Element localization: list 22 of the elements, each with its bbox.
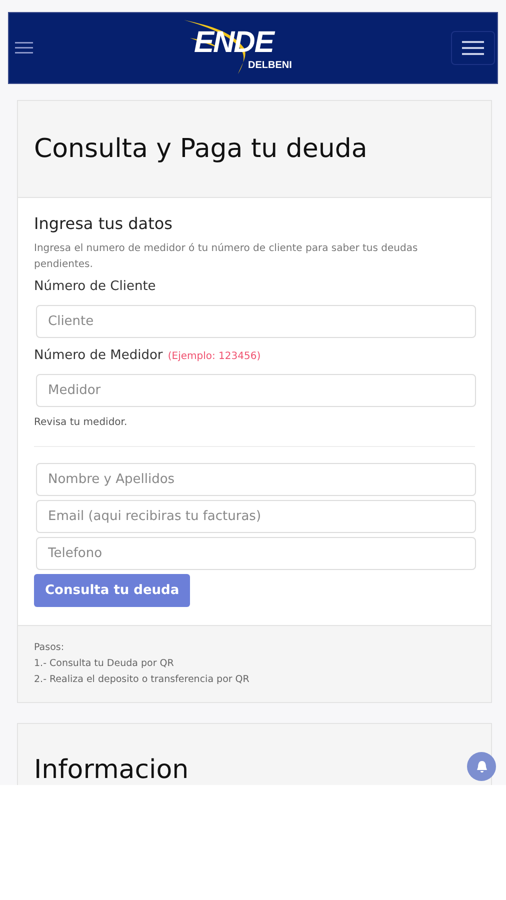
- logo-subtitle: DELBENI: [248, 61, 292, 71]
- field-label: Número de Medidor: [34, 348, 163, 363]
- section-title: Ingresa tus datos: [34, 214, 174, 233]
- menu-icon: [462, 40, 484, 56]
- field-label: Número de Cliente: [34, 278, 156, 294]
- input-field[interactable]: Telefono: [36, 536, 476, 570]
- card-title: Consulta y Paga tu deuda: [34, 133, 368, 166]
- bell-icon: [476, 760, 488, 774]
- example-hint: (Ejemplo: 123456): [168, 350, 261, 362]
- menu-button[interactable]: [451, 31, 495, 65]
- input-field[interactable]: Email (aqui recibiras tu facturas): [36, 500, 476, 533]
- input-field[interactable]: Cliente: [36, 304, 476, 338]
- input-field[interactable]: Nombre y Apellidos: [36, 462, 476, 496]
- card-title: Informacion: [34, 754, 190, 785]
- input-field[interactable]: Medidor: [36, 374, 476, 407]
- step-text: 2.- Realiza el deposito o transferencia por QR: [34, 672, 250, 687]
- step-text: 1.- Consulta tu Deuda por QR: [34, 657, 175, 672]
- intro-text: Ingresa el numero de medidor ó tu número de cliente para saber tus deudas pendientes.: [34, 242, 419, 272]
- step-text: Pasos:: [34, 641, 66, 656]
- submit-button[interactable]: Consulta tu deuda: [34, 574, 190, 608]
- help-text: Revisa tu medidor.: [34, 416, 128, 430]
- menu-icon[interactable]: [15, 41, 33, 55]
